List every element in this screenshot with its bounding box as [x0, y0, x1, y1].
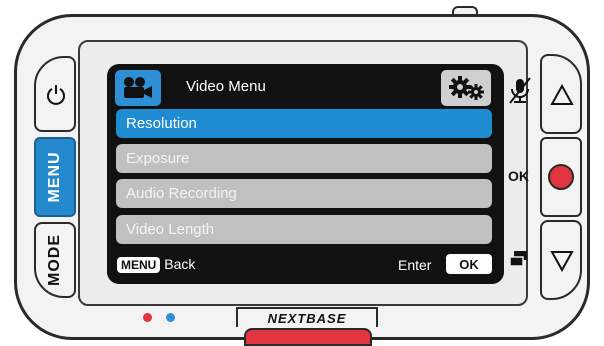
- menu-item-exposure[interactable]: Exposure: [116, 144, 492, 173]
- record-ok-button[interactable]: [540, 137, 582, 217]
- ok-side-label: OK: [508, 168, 529, 184]
- microphone-muted-icon: [509, 77, 531, 104]
- power-icon: [47, 85, 65, 105]
- release-tab[interactable]: [244, 328, 372, 346]
- menu-item-video-length[interactable]: Video Length: [116, 215, 492, 244]
- up-arrow-icon: [550, 84, 574, 105]
- blue-status-led: [166, 313, 175, 322]
- menu-button[interactable]: MENU: [34, 137, 76, 217]
- mode-button-label: MODE: [46, 234, 63, 286]
- ok-key-badge: OK: [446, 254, 492, 274]
- menu-key-badge: MENU: [117, 257, 161, 273]
- menu-title: Video Menu: [186, 78, 266, 95]
- down-arrow-icon: [550, 251, 574, 272]
- footer-back: MENU Back: [117, 256, 196, 273]
- gears-icon[interactable]: [441, 70, 491, 106]
- brand-logo: NEXTBASE: [236, 307, 378, 327]
- video-camera-icon: [115, 70, 161, 106]
- mode-button[interactable]: MODE: [34, 222, 76, 298]
- red-status-led: [143, 313, 152, 322]
- record-dot-icon: [548, 164, 574, 190]
- down-button[interactable]: [540, 220, 582, 300]
- menu-item-audio-recording[interactable]: Audio Recording: [116, 179, 492, 208]
- screen-toggle-icon: [509, 251, 527, 267]
- up-button[interactable]: [540, 54, 582, 134]
- menu-item-resolution[interactable]: Resolution: [116, 109, 492, 138]
- enter-label: Enter: [398, 257, 432, 273]
- menu-button-label: MENU: [46, 151, 63, 203]
- power-button[interactable]: [34, 56, 76, 132]
- back-label: Back: [164, 256, 196, 272]
